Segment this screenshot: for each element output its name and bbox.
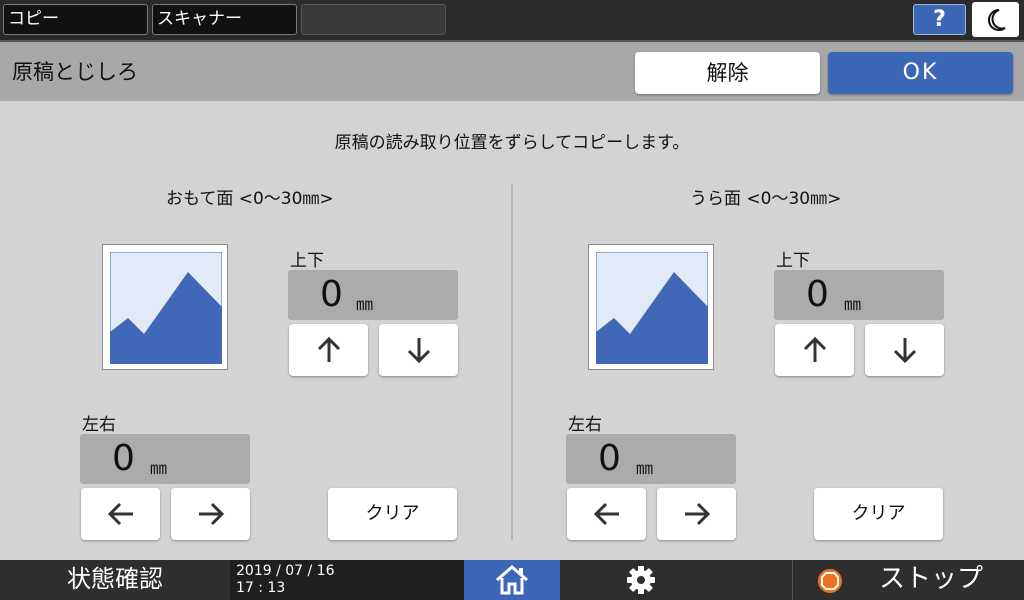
arrow-up-icon: [317, 336, 340, 362]
back-clear-button[interactable]: クリア: [814, 488, 943, 540]
arrow-right-icon: [684, 502, 710, 526]
tab-empty[interactable]: [301, 4, 446, 35]
side-divider: [511, 184, 513, 540]
home-icon: [496, 565, 528, 595]
tab-scanner[interactable]: スキャナー: [152, 4, 297, 35]
gear-icon: [627, 566, 655, 594]
settings-button[interactable]: [560, 560, 722, 600]
date-time-display: 2019 / 07 / 16 17 : 13: [230, 560, 464, 600]
cancel-button[interactable]: 解除: [635, 52, 820, 94]
front-horizontal-unit: ㎜: [150, 459, 167, 479]
back-vertical-unit: ㎜: [844, 295, 861, 315]
back-vertical-label: 上下: [776, 251, 810, 271]
arrow-left-icon: [107, 502, 133, 526]
front-clear-button[interactable]: クリア: [328, 488, 457, 540]
back-side-title: うら面 <0〜30㎜>: [690, 189, 842, 209]
document-image-icon: [596, 252, 708, 364]
back-horizontal-unit: ㎜: [636, 459, 653, 479]
bottom-bar: 状態確認 2019 / 07 / 16 17 : 13 ストップ: [0, 560, 1024, 600]
front-right-button[interactable]: [171, 488, 250, 540]
status-check-button[interactable]: 状態確認: [0, 560, 230, 600]
front-vertical-label: 上下: [290, 251, 324, 271]
back-thumbnail: [588, 244, 714, 370]
back-horizontal-label: 左右: [568, 415, 602, 435]
help-button[interactable]: ?: [913, 4, 966, 35]
back-vertical-value-box: 0 ㎜: [774, 270, 944, 320]
back-horizontal-value: 0: [598, 438, 621, 479]
tab-copy[interactable]: コピー: [3, 4, 148, 35]
top-tab-bar: コピー スキャナー ?: [0, 0, 1024, 40]
arrow-down-icon: [407, 338, 430, 364]
front-up-button[interactable]: [289, 324, 368, 376]
stop-label: ストップ: [879, 564, 984, 594]
document-image-icon: [110, 252, 222, 364]
front-thumbnail: [102, 244, 228, 370]
ok-button[interactable]: OK: [828, 52, 1013, 94]
stop-icon: [818, 569, 842, 593]
page-title: 原稿とじしろ: [12, 60, 138, 84]
arrow-up-icon: [803, 336, 826, 362]
energy-saver-button[interactable]: [972, 2, 1019, 37]
front-left-button[interactable]: [81, 488, 160, 540]
front-horizontal-value: 0: [112, 438, 135, 479]
front-down-button[interactable]: [379, 324, 458, 376]
front-side-title: おもて面 <0〜30㎜>: [166, 189, 334, 209]
moon-icon: [987, 8, 1006, 31]
front-horizontal-value-box: 0 ㎜: [80, 434, 250, 484]
back-down-button[interactable]: [865, 324, 944, 376]
back-right-button[interactable]: [657, 488, 736, 540]
back-up-button[interactable]: [775, 324, 854, 376]
arrow-down-icon: [893, 338, 916, 364]
back-left-button[interactable]: [567, 488, 646, 540]
date-text: 2019 / 07 / 16: [236, 563, 335, 579]
front-vertical-value: 0: [320, 274, 343, 315]
front-vertical-value-box: 0 ㎜: [288, 270, 458, 320]
arrow-left-icon: [593, 502, 619, 526]
description-text: 原稿の読み取り位置をずらしてコピーします。: [334, 133, 690, 153]
stop-button[interactable]: ストップ: [792, 560, 1024, 600]
back-vertical-value: 0: [806, 274, 829, 315]
home-button[interactable]: [464, 560, 560, 600]
front-vertical-unit: ㎜: [356, 295, 373, 315]
back-horizontal-value-box: 0 ㎜: [566, 434, 736, 484]
front-horizontal-label: 左右: [82, 415, 116, 435]
time-text: 17 : 13: [236, 580, 286, 596]
arrow-right-icon: [198, 502, 224, 526]
header-bar: 原稿とじしろ 解除 OK: [0, 40, 1024, 101]
